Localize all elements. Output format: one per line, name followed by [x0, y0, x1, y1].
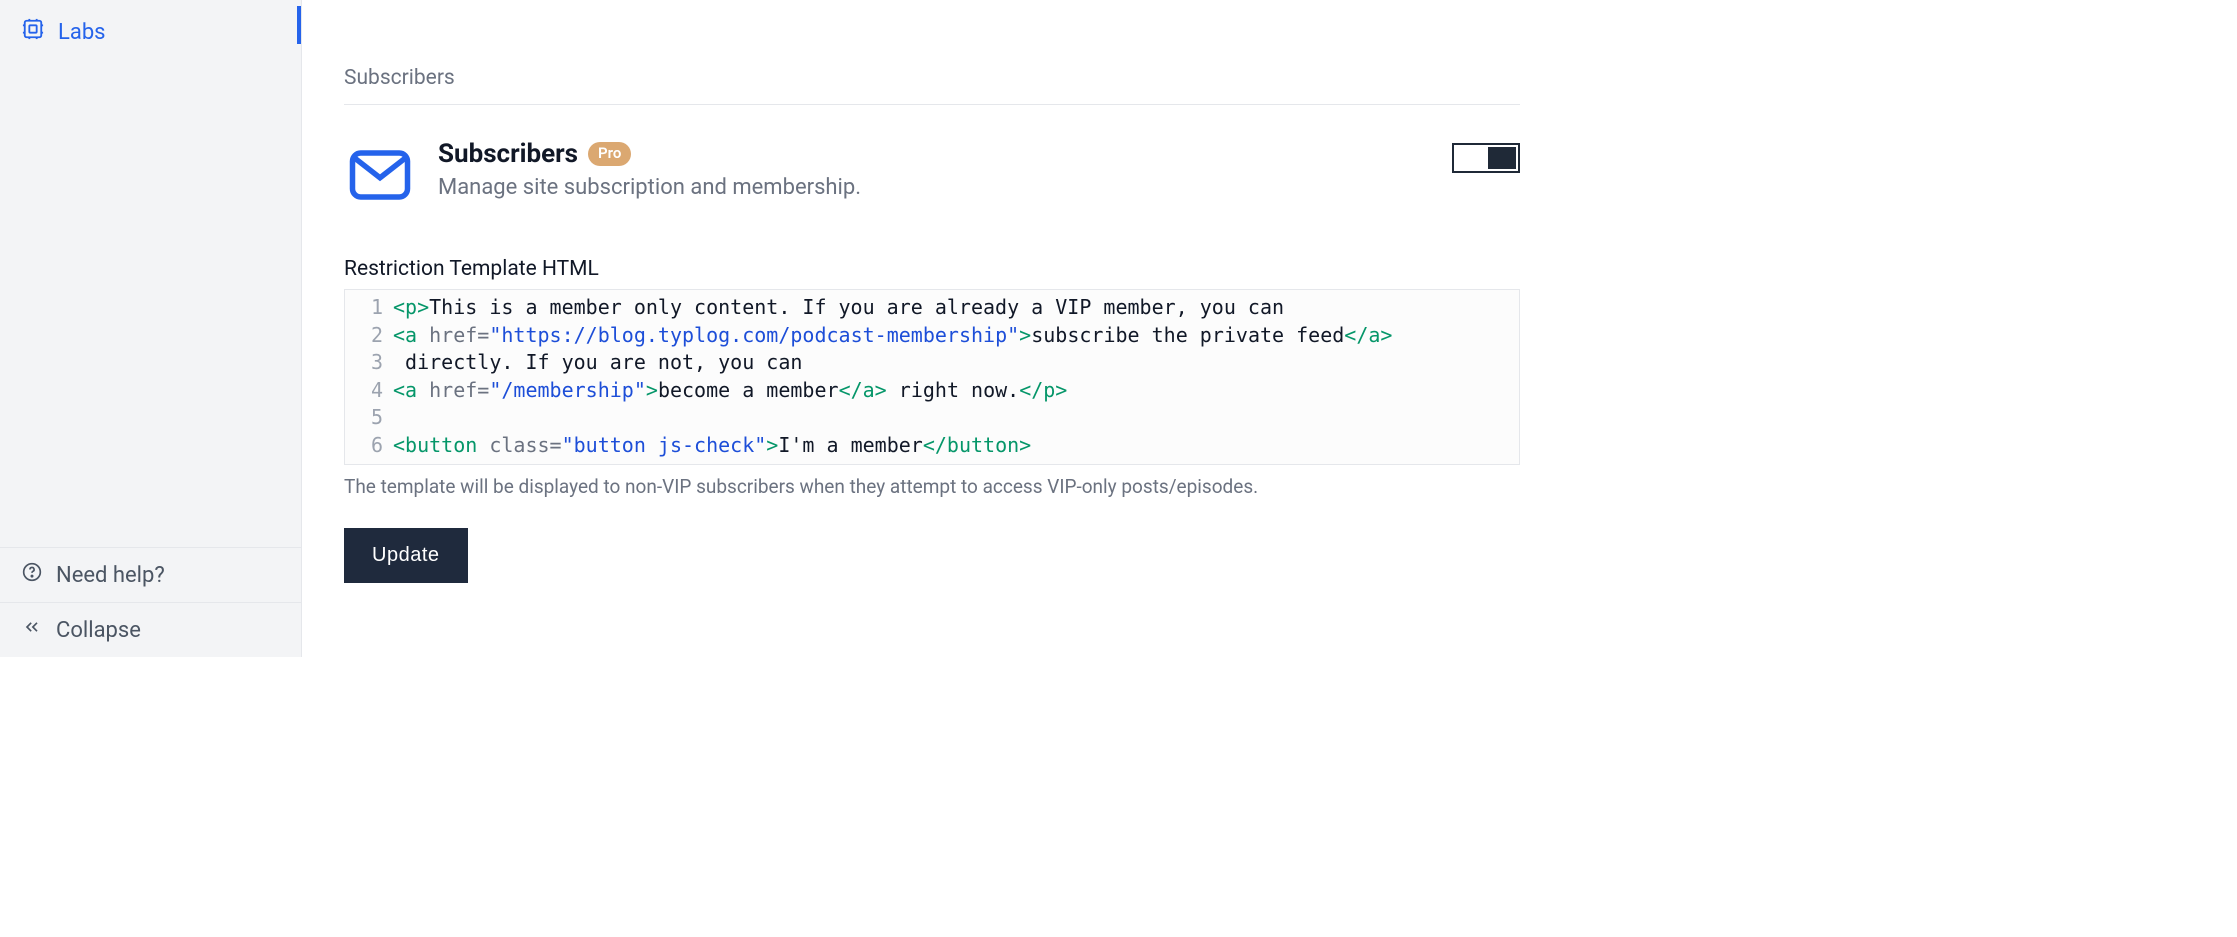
- mail-icon: [344, 139, 416, 211]
- template-label: Restriction Template HTML: [344, 257, 1520, 281]
- update-button[interactable]: Update: [344, 528, 468, 583]
- feature-toggle[interactable]: [1452, 143, 1520, 173]
- feature-row: Subscribers Pro Manage site subscription…: [344, 139, 1520, 211]
- code-body[interactable]: <p>This is a member only content. If you…: [391, 290, 1519, 464]
- feature-title: Subscribers: [438, 139, 578, 169]
- line-gutter: 123456: [345, 290, 391, 464]
- sidebar-item-label: Need help?: [56, 563, 165, 588]
- template-help-text: The template will be displayed to non-VI…: [344, 475, 1520, 498]
- feature-description: Manage site subscription and membership.: [438, 175, 861, 200]
- restriction-template-editor[interactable]: 123456 <p>This is a member only content.…: [344, 289, 1520, 465]
- pro-badge: Pro: [588, 142, 631, 166]
- toggle-knob: [1488, 147, 1516, 169]
- sidebar: Labs Need help? Collapse: [0, 0, 302, 657]
- chevron-double-left-icon: [22, 617, 42, 643]
- help-icon: [22, 562, 42, 588]
- main-content: Subscribers Subscribers Pro Manage site …: [302, 0, 1562, 657]
- section-title: Subscribers: [344, 66, 1520, 105]
- sidebar-active-indicator: [297, 6, 301, 44]
- sidebar-item-label: Labs: [58, 20, 106, 45]
- sidebar-item-labs[interactable]: Labs: [0, 8, 301, 56]
- sidebar-item-label: Collapse: [56, 618, 141, 643]
- feature-text: Subscribers Pro Manage site subscription…: [438, 139, 861, 200]
- sidebar-item-collapse[interactable]: Collapse: [0, 602, 301, 657]
- sidebar-item-help[interactable]: Need help?: [0, 547, 301, 602]
- labs-icon: [22, 18, 44, 46]
